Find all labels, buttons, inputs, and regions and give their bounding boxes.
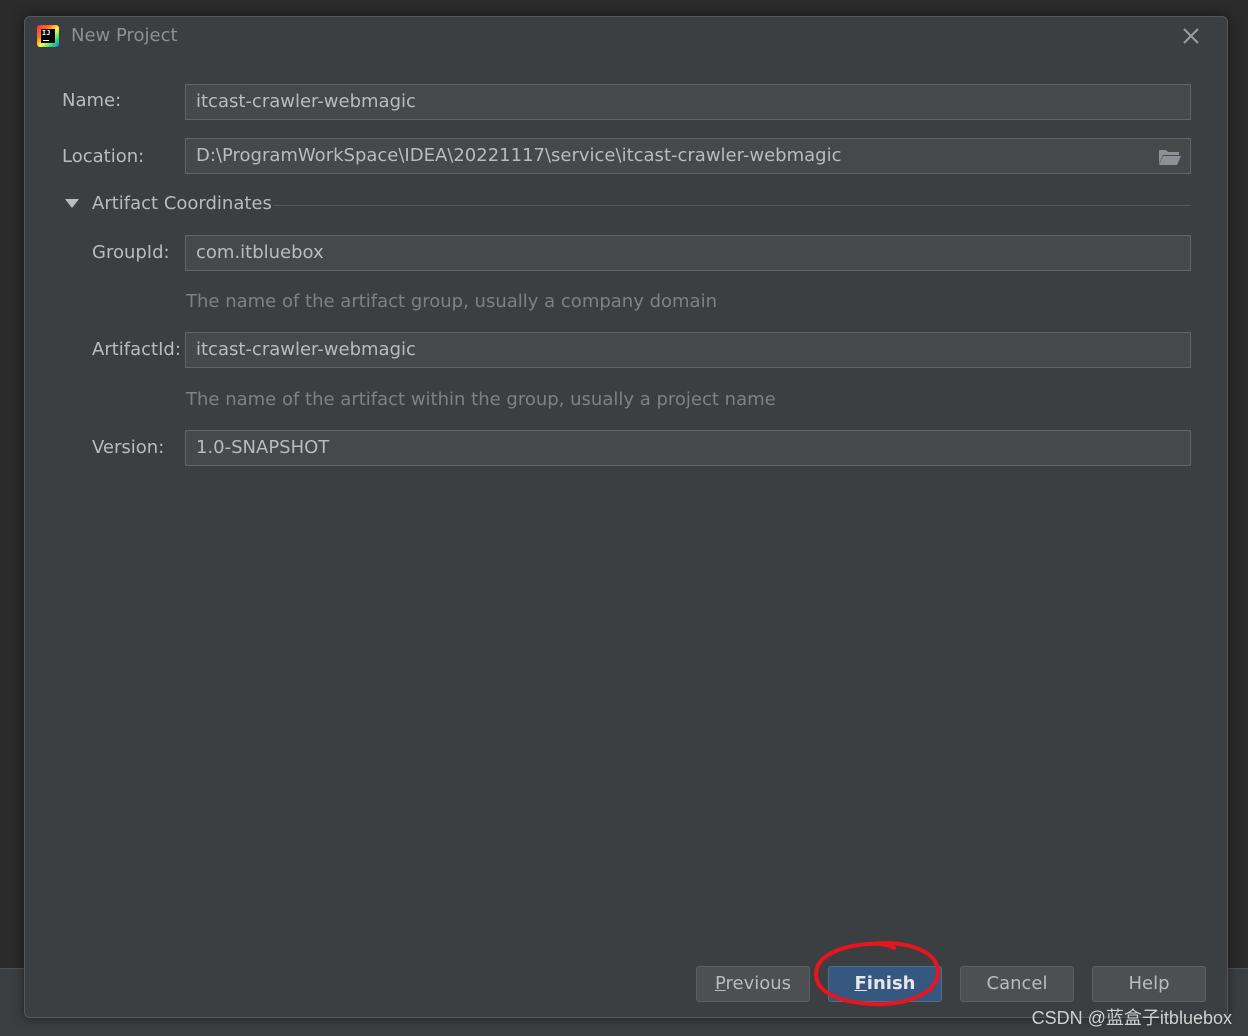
section-title[interactable]: Artifact Coordinates [92, 193, 272, 214]
artifact-id-hint: The name of the artifact within the grou… [186, 389, 776, 410]
help-button[interactable]: Help [1092, 966, 1206, 1002]
group-id-field[interactable]: com.itbluebox [185, 235, 1191, 271]
triangle-down-icon[interactable] [65, 199, 79, 209]
location-label: Location: [62, 146, 145, 167]
intellij-logo-icon: IJ [37, 25, 59, 47]
group-id-hint: The name of the artifact group, usually … [186, 291, 717, 312]
dialog-title: New Project [71, 25, 178, 46]
close-icon[interactable] [1181, 26, 1201, 46]
location-value: D:\ProgramWorkSpace\IDEA\20221117\servic… [196, 145, 842, 166]
browse-folder-icon[interactable] [1158, 148, 1182, 166]
name-label: Name: [62, 90, 122, 111]
previous-button[interactable]: Previous [696, 966, 810, 1002]
version-field[interactable]: 1.0-SNAPSHOT [185, 430, 1191, 466]
new-project-dialog: IJ New Project Name: itcast-crawler-webm… [24, 16, 1228, 1018]
dialog-titlebar: IJ New Project [25, 17, 1227, 57]
name-field[interactable]: itcast-crawler-webmagic [185, 84, 1191, 120]
artifact-id-label: ArtifactId: [92, 339, 181, 360]
watermark-text: CSDN @蓝盒子itbluebox [1031, 1008, 1232, 1028]
section-divider [273, 205, 1191, 206]
group-id-label: GroupId: [92, 242, 170, 263]
location-field[interactable]: D:\ProgramWorkSpace\IDEA\20221117\servic… [185, 138, 1191, 174]
finish-button[interactable]: Finish [828, 966, 942, 1002]
cancel-button[interactable]: Cancel [960, 966, 1074, 1002]
artifact-coordinates-section[interactable]: Artifact Coordinates [63, 193, 1191, 217]
artifact-id-field[interactable]: itcast-crawler-webmagic [185, 332, 1191, 368]
version-label: Version: [92, 437, 165, 458]
